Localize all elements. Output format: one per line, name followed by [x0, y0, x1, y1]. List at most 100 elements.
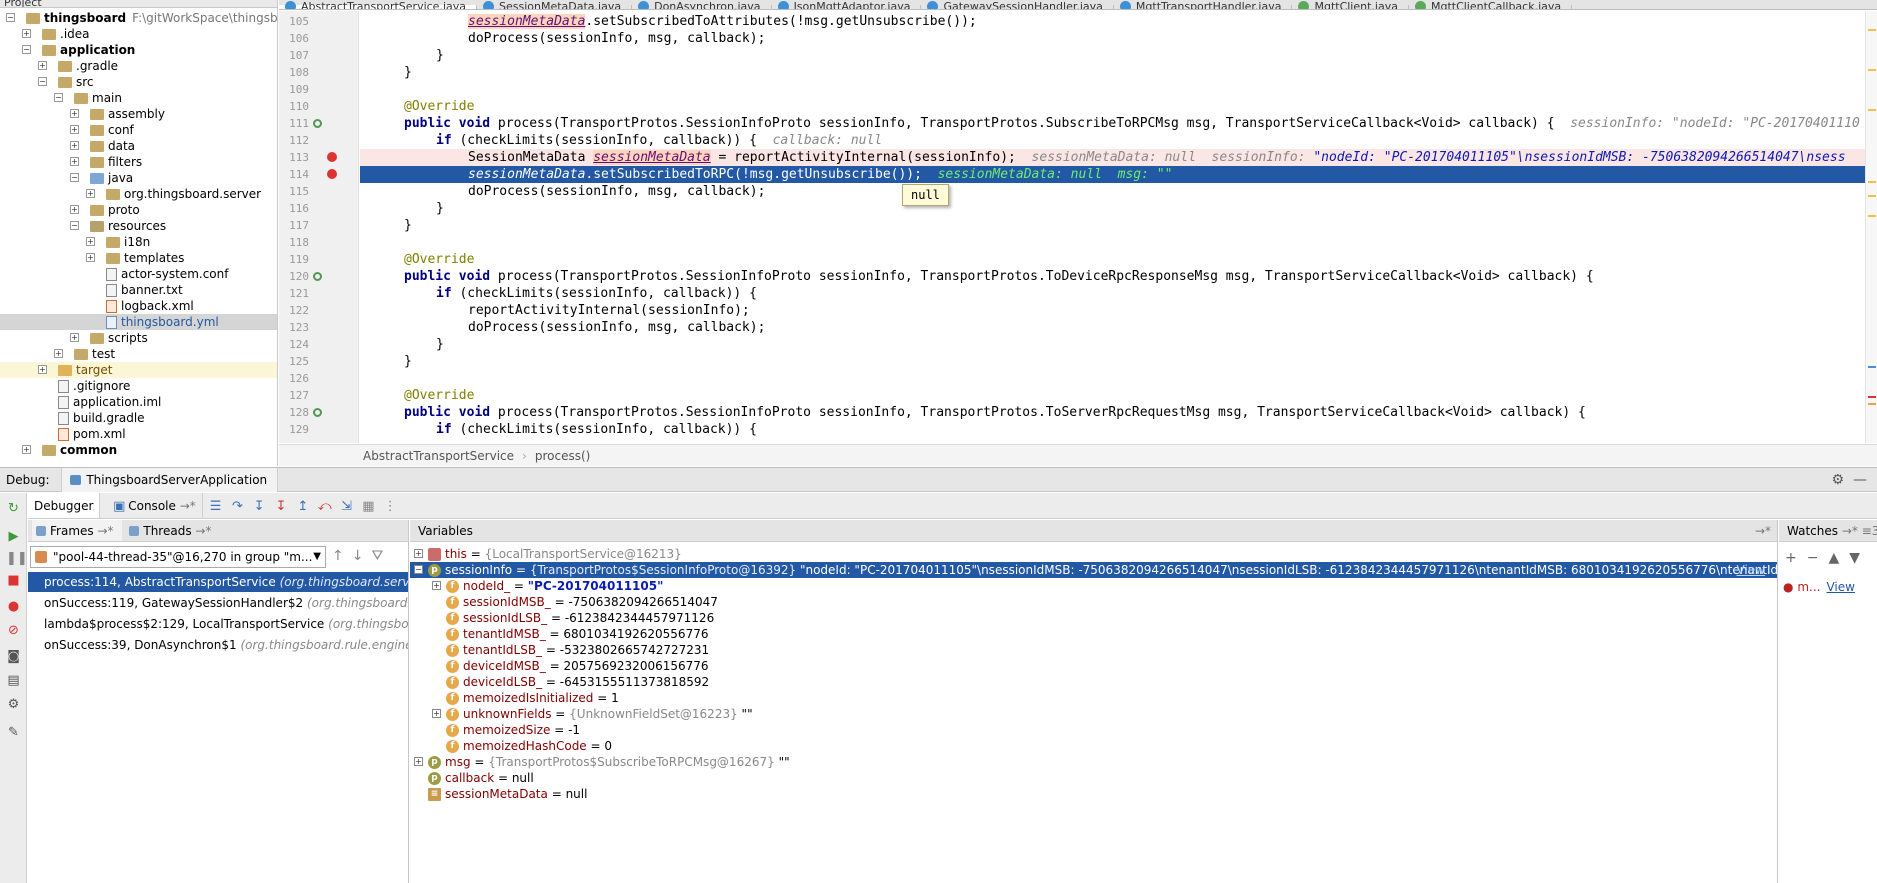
expand-icon[interactable]: + — [22, 29, 31, 38]
tree-item[interactable]: − main — [0, 90, 277, 106]
view-breakpoints-icon[interactable]: ● — [6, 599, 21, 614]
tree-item[interactable]: application.iml — [0, 394, 277, 410]
tree-item[interactable]: banner.txt — [0, 282, 277, 298]
code-line[interactable]: } — [360, 47, 1865, 64]
error-stripe-mark[interactable] — [1868, 403, 1876, 405]
watch-view-link[interactable]: View — [1826, 580, 1854, 594]
show-execution-point-icon[interactable]: ☰ — [207, 498, 225, 516]
breakpoint-icon[interactable] — [327, 152, 337, 162]
code-line[interactable]: @Override — [360, 387, 1865, 404]
move-up-icon[interactable]: ▲ — [1828, 550, 1849, 566]
filter-icon[interactable]: ⛛ — [371, 548, 391, 564]
watch-item[interactable]: ● m... View — [1783, 580, 1855, 594]
collapse-icon[interactable]: − — [22, 45, 31, 54]
error-stripe-mark[interactable] — [1868, 396, 1876, 398]
variable-row[interactable]: f deviceIdMSB_ = 2057569232006156776 — [410, 658, 1777, 674]
arrow-down-icon[interactable]: ↓ — [352, 548, 372, 564]
mute-breakpoints-icon[interactable]: ⊘ — [6, 623, 21, 638]
collapse-icon[interactable]: − — [6, 13, 15, 22]
tree-item[interactable]: build.gradle — [0, 410, 277, 426]
tree-item[interactable]: + data — [0, 138, 277, 154]
variable-row[interactable]: f memoizedIsInitialized = 1 — [410, 690, 1777, 706]
code-line[interactable]: reportActivityInternal(sessionInfo); — [360, 302, 1865, 319]
tree-item[interactable]: − resources — [0, 218, 277, 234]
variable-row[interactable]: + f unknownFields = {UnknownFieldSet@16223… — [410, 706, 1777, 722]
override-method-icon[interactable] — [313, 272, 322, 281]
code-line[interactable]: doProcess(sessionInfo, msg, callback); — [360, 30, 1865, 47]
project-panel-header[interactable]: Project — [0, 0, 277, 8]
code-line[interactable]: @Override — [360, 251, 1865, 268]
code-line[interactable]: } — [360, 200, 1865, 217]
add-icon[interactable]: + — [1785, 550, 1807, 566]
code-line[interactable]: if (checkLimits(sessionInfo, callback)) … — [360, 285, 1865, 302]
collapse-icon[interactable]: − — [70, 221, 79, 230]
tree-item[interactable]: − thingsboard F:\gitWorkSpace\thingsboa — [0, 10, 277, 26]
code-line[interactable]: } — [360, 353, 1865, 370]
tree-item[interactable]: + .gradle — [0, 58, 277, 74]
variable-row[interactable]: f sessionIdLSB_ = -6123842344457971126 — [410, 610, 1777, 626]
stop-icon[interactable]: ■ — [6, 573, 21, 588]
breakpoint-icon[interactable] — [327, 169, 337, 179]
expand-icon[interactable]: + — [86, 253, 95, 262]
variable-row[interactable]: f deviceIdLSB_ = -6453155511373818592 — [410, 674, 1777, 690]
tree-item[interactable]: − application — [0, 42, 277, 58]
code-line[interactable]: doProcess(sessionInfo, msg, callback); — [360, 319, 1865, 336]
expand-icon[interactable]: + — [70, 141, 79, 150]
collapse-icon[interactable]: − — [38, 77, 47, 86]
tree-item[interactable]: + proto — [0, 202, 277, 218]
expand-icon[interactable]: + — [38, 61, 47, 70]
expand-icon[interactable]: + — [70, 205, 79, 214]
variable-row[interactable]: f memoizedHashCode = 0 — [410, 738, 1777, 754]
drop-frame-icon[interactable]: ⤺ — [316, 498, 334, 516]
view-value-link[interactable]: View — [1737, 562, 1765, 578]
error-stripe-mark[interactable] — [1868, 181, 1876, 183]
gear-icon[interactable]: ⚙ — [1832, 472, 1845, 488]
step-out-icon[interactable]: ↥ — [294, 498, 312, 516]
expand-icon[interactable]: + — [414, 757, 423, 766]
expand-icon[interactable]: + — [54, 349, 63, 358]
trace-icon[interactable]: ⋮ — [381, 498, 399, 516]
pin-icon[interactable]: ✎ — [6, 725, 21, 740]
code-line[interactable]: } — [360, 64, 1865, 81]
variable-row[interactable]: ≡ sessionMetaData = null — [410, 786, 1777, 802]
minimize-icon[interactable]: — — [1853, 472, 1867, 488]
run-config-tab[interactable]: ThingsboardServerApplication — [61, 468, 279, 492]
tree-item[interactable]: + scripts — [0, 330, 277, 346]
code-line[interactable]: } — [360, 217, 1865, 234]
code-line[interactable]: } — [360, 336, 1865, 353]
editor-tab[interactable]: SessionMetaData.java — [477, 1, 633, 9]
tree-item[interactable]: + filters — [0, 154, 277, 170]
error-stripe-mark[interactable] — [1868, 366, 1876, 368]
camera-icon[interactable]: ◙ — [6, 649, 21, 664]
error-stripe-mark[interactable] — [1868, 29, 1876, 31]
code-line[interactable]: public void process(TransportProtos.Sess… — [360, 115, 1865, 132]
editor-tab[interactable]: MqttClient.java — [1292, 1, 1409, 9]
tab-frames[interactable]: Frames →* — [32, 520, 122, 541]
stack-frame[interactable]: onSuccess:119, GatewaySessionHandler$2 (… — [28, 593, 408, 613]
stack-frame[interactable]: onSuccess:39, DonAsynchron$1 (org.things… — [28, 635, 408, 655]
expand-icon[interactable]: + — [38, 365, 47, 374]
code-line[interactable]: SessionMetaData sessionMetaData = report… — [360, 149, 1865, 166]
code-line[interactable]: doProcess(sessionInfo, msg, callback); — [360, 183, 1865, 200]
error-stripe-mark[interactable] — [1868, 195, 1876, 197]
code-line[interactable]: public void process(TransportProtos.Sess… — [360, 404, 1865, 421]
variable-row[interactable]: f memoizedSize = -1 — [410, 722, 1777, 738]
watches-options-icon[interactable]: ≡3 — [1862, 524, 1877, 538]
expand-icon[interactable]: + — [70, 109, 79, 118]
editor-tab[interactable]: DonAsynchron.java — [632, 1, 772, 9]
collapse-icon[interactable]: − — [70, 173, 79, 182]
variable-row[interactable]: p callback = null — [410, 770, 1777, 786]
code-line[interactable]: if (checkLimits(sessionInfo, callback)) … — [360, 132, 1865, 149]
expand-icon[interactable]: + — [70, 157, 79, 166]
tab-threads[interactable]: Threads →* — [125, 520, 219, 541]
editor-scrollbar[interactable] — [1865, 11, 1877, 443]
tree-item[interactable]: − java — [0, 170, 277, 186]
tree-item[interactable]: + target — [0, 362, 277, 378]
pause-icon[interactable]: ❚❚ — [6, 551, 28, 566]
tree-item[interactable]: + assembly — [0, 106, 277, 122]
collapse-icon[interactable]: − — [54, 93, 63, 102]
code-line[interactable]: @Override — [360, 98, 1865, 115]
thread-selector[interactable]: "pool-44-thread-35"@16,270 in group "m..… — [30, 546, 326, 568]
expand-icon[interactable]: + — [70, 125, 79, 134]
tree-item[interactable]: + common — [0, 442, 277, 458]
